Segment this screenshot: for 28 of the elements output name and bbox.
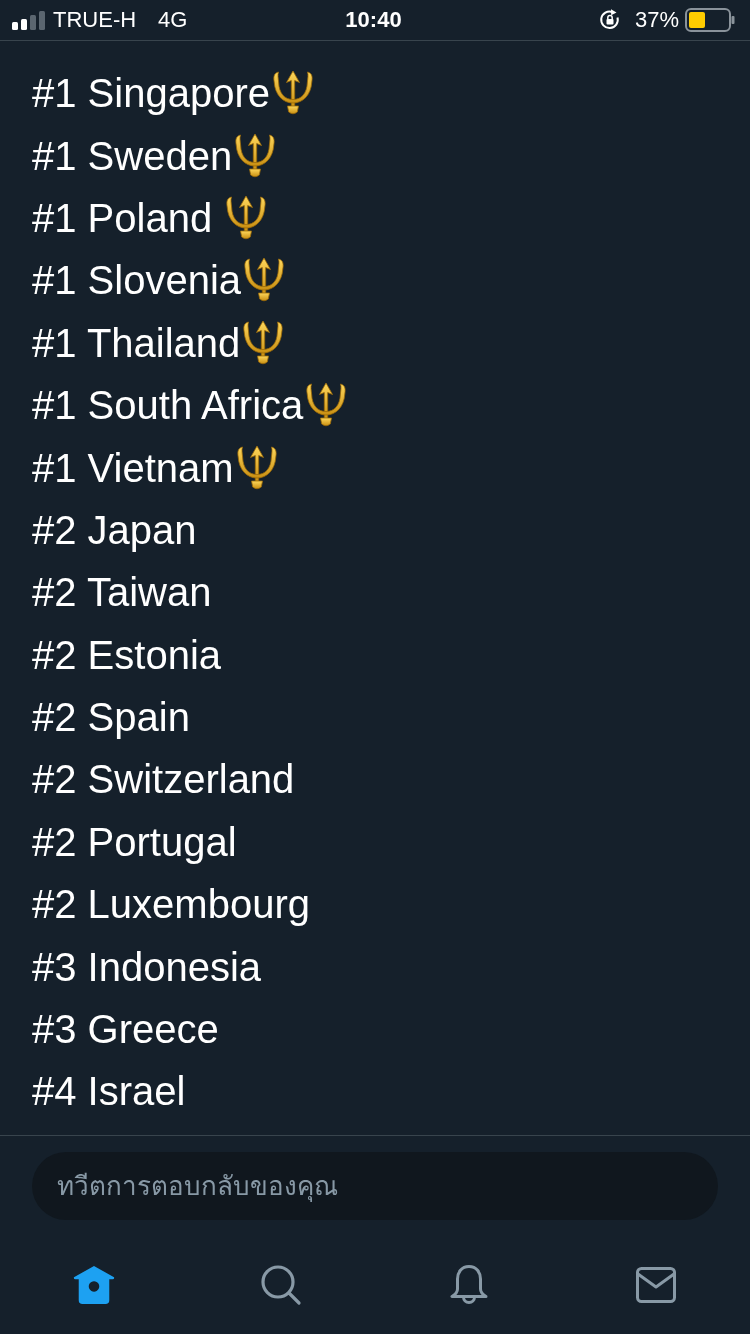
ranking-line-text: #1 Sweden [32, 135, 233, 176]
clock-text: 10:40 [345, 9, 402, 31]
ranking-line-text: #3 Indonesia [32, 946, 262, 987]
ranking-line-text: #1 Slovenia [32, 260, 242, 301]
ranking-line-text: #2 Luxembourg [32, 884, 310, 925]
ranking-line-text: #2 Spain [32, 697, 190, 738]
network-text: 4G [158, 9, 188, 31]
ranking-line-text: #4 Israel [32, 1071, 186, 1112]
reply-field[interactable]: ทวีตการตอบกลับของคุณ [32, 1151, 718, 1220]
ranking-line-text: #1 Poland [32, 197, 214, 238]
signal-icon [12, 10, 45, 30]
ranking-line-text: #1 Thailand [32, 322, 241, 363]
ranking-line-text: #2 Estonia [32, 634, 222, 675]
bell-icon [447, 1263, 490, 1306]
ranking-line-text: #1 South Africa [32, 385, 304, 426]
ranking-line-text: #2 Switzerland [32, 759, 295, 800]
ranking-line-text: #1 Singapore [32, 73, 270, 114]
ranking-line-text: #2 Japan [32, 509, 197, 550]
battery-percent-text: 37% [634, 9, 679, 31]
search-icon [260, 1263, 303, 1306]
ranking-line-text: #2 Taiwan [32, 572, 212, 613]
rotation-lock-icon [598, 9, 621, 31]
ranking-line-text: #2 Portugal [32, 821, 237, 862]
ranking-line-text: #3 Greece [32, 1009, 219, 1050]
battery-icon [685, 8, 735, 32]
carrier-text: TRUE-H [53, 9, 137, 31]
home-icon [72, 1263, 115, 1306]
ranking-line-text: #1 Vietnam [32, 447, 234, 488]
